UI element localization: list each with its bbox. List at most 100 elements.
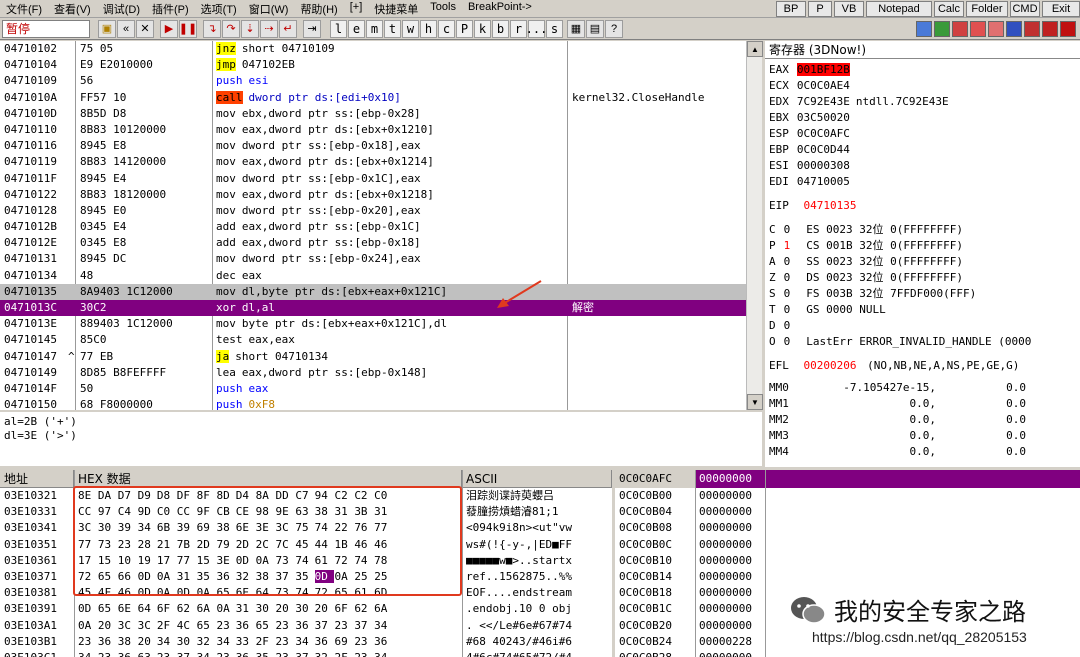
hex-row[interactable]: 03E103B1 23 36 38 20 34 30 32 34 33 2F 23 3… bbox=[0, 634, 612, 650]
disassembly-scrollbar[interactable]: ▲ ▼ bbox=[746, 41, 763, 410]
list-icon[interactable]: ▤ bbox=[586, 19, 604, 38]
window-button[interactable]: l bbox=[330, 19, 347, 38]
mmx-row[interactable]: MM4 0.0, 0.0 bbox=[769, 444, 1076, 460]
tool3-icon[interactable] bbox=[1060, 20, 1076, 37]
rewind-icon[interactable]: « bbox=[117, 19, 135, 38]
a-icon[interactable] bbox=[952, 20, 968, 37]
plugin-icon[interactable] bbox=[934, 20, 950, 37]
col-ascii[interactable]: ASCII bbox=[462, 470, 612, 487]
disasm-row[interactable]: 04710134 48 dec eax bbox=[0, 268, 762, 284]
window-button[interactable]: m bbox=[366, 19, 383, 38]
menu-item[interactable]: 窗口(W) bbox=[243, 1, 295, 17]
stack-row[interactable]: 0C0C0B04 00000000 bbox=[615, 504, 1080, 520]
register-eip[interactable]: EIP 04710135 bbox=[769, 198, 1076, 214]
disasm-row[interactable]: 04710104 E9 E2010000 jmp 047102EB bbox=[0, 57, 762, 73]
disasm-row[interactable]: 0471012B 0345 E4 add eax,dword ptr ss:[ebp-… bbox=[0, 219, 762, 235]
run-icon[interactable]: ▶ bbox=[160, 19, 178, 38]
stack-top-row[interactable]: 0C0C0AFC 00000000 bbox=[615, 470, 1080, 488]
open-icon[interactable]: ▣ bbox=[98, 19, 116, 38]
menu-item[interactable]: Tools bbox=[424, 1, 462, 17]
disasm-row[interactable]: 0471013C 30C2 xor dl,al 解密 bbox=[0, 300, 762, 317]
disasm-row[interactable]: 04710145 85C0 test eax,eax bbox=[0, 332, 762, 348]
stack-row[interactable]: 0C0C0B0C 00000000 bbox=[615, 537, 1080, 553]
quick-button[interactable]: P bbox=[808, 0, 832, 17]
menu-item[interactable]: [+] bbox=[344, 1, 369, 17]
execute-till-return-icon[interactable]: ↵ bbox=[279, 19, 297, 38]
quick-button[interactable]: Calc bbox=[934, 0, 964, 17]
goto-icon[interactable]: ⇥ bbox=[303, 19, 321, 38]
window-button[interactable]: ... bbox=[526, 19, 547, 38]
refresh-icon[interactable] bbox=[916, 20, 932, 37]
hex-row[interactable]: 03E103A1 0A 20 3C 3C 2F 4C 65 23 36 65 23 3… bbox=[0, 618, 612, 634]
disasm-row[interactable]: 04710110 8B83 10120000 mov eax,dword ptr ds… bbox=[0, 122, 762, 138]
disasm-row[interactable]: 04710150 68 F8000000 push 0xF8 bbox=[0, 397, 762, 410]
tool2-icon[interactable] bbox=[1042, 20, 1058, 37]
mmx-row[interactable]: MM1 0.0, 0.0 bbox=[769, 396, 1076, 412]
checker-icon[interactable] bbox=[1006, 20, 1022, 37]
window-button[interactable]: r bbox=[510, 19, 527, 38]
menu-item[interactable]: 查看(V) bbox=[48, 1, 97, 17]
hex-row[interactable]: 03E10391 0D 65 6E 64 6F 62 6A 0A 31 30 20 3… bbox=[0, 601, 612, 617]
hex-row[interactable]: 03E103C1 34 23 36 63 23 37 34 23 36 35 23 3… bbox=[0, 650, 612, 657]
registers-pane[interactable]: 寄存器 (3DNow!) EAX 001BF12B ECX 0C0C0AE4 EDX 7C… bbox=[765, 41, 1080, 467]
disasm-row[interactable]: 04710102 75 05 jnz short 04710109 bbox=[0, 41, 762, 57]
menu-item[interactable]: 快捷菜单 bbox=[368, 1, 424, 17]
quick-button[interactable]: Exit bbox=[1042, 0, 1080, 17]
flag-row[interactable]: A 0 SS 0023 32位 0(FFFFFFFF) bbox=[769, 254, 1076, 270]
disasm-row[interactable]: 04710119 8B83 14120000 mov eax,dword ptr ds… bbox=[0, 154, 762, 170]
register-row[interactable]: EBP 0C0C0D44 bbox=[769, 142, 1076, 158]
quick-button[interactable]: Notepad bbox=[866, 0, 932, 17]
window-button[interactable]: P bbox=[456, 19, 473, 38]
pause-icon[interactable]: ❚❚ bbox=[179, 19, 197, 38]
stack-row[interactable]: 0C0C0B28 00000000 bbox=[615, 650, 1080, 657]
trace-over-icon[interactable]: ⇢ bbox=[260, 19, 278, 38]
col-hex[interactable]: HEX 数据 bbox=[74, 470, 462, 487]
disasm-row[interactable]: 04710135 8A9403 1C12000 mov dl,byte ptr ds:… bbox=[0, 283, 762, 300]
window-button[interactable]: s bbox=[546, 19, 563, 38]
menu-item[interactable]: 帮助(H) bbox=[294, 1, 343, 17]
trace-into-icon[interactable]: ⇣ bbox=[241, 19, 259, 38]
scroll-up-icon[interactable]: ▲ bbox=[747, 41, 763, 57]
scroll-down-icon[interactable]: ▼ bbox=[747, 394, 763, 410]
step-into-icon[interactable]: ↴ bbox=[203, 19, 221, 38]
register-row[interactable]: EDI 04710005 bbox=[769, 174, 1076, 190]
mmx-row[interactable]: MM3 0.0, 0.0 bbox=[769, 428, 1076, 444]
close-icon[interactable]: ✕ bbox=[136, 19, 154, 38]
register-row[interactable]: ESI 00000308 bbox=[769, 158, 1076, 174]
menu-item[interactable]: 选项(T) bbox=[195, 1, 243, 17]
disasm-row[interactable]: 0471011F 8945 E4 mov dword ptr ss:[ebp-0x1C… bbox=[0, 171, 762, 187]
window-button[interactable]: b bbox=[492, 19, 509, 38]
window-button[interactable]: h bbox=[420, 19, 437, 38]
quick-button[interactable]: Folder bbox=[966, 0, 1008, 17]
flag-row[interactable]: D0 bbox=[769, 318, 1076, 334]
disasm-row[interactable]: 0471014F 50 push eax bbox=[0, 381, 762, 397]
window-button[interactable]: t bbox=[384, 19, 401, 38]
disassembly-pane[interactable]: 04710102 75 05 jnz short 04710109 04710104 E9… bbox=[0, 41, 762, 410]
stack-row[interactable]: 0C0C0B10 00000000 bbox=[615, 553, 1080, 569]
help-icon[interactable]: ? bbox=[605, 19, 623, 38]
flag-row[interactable]: Z 0 DS 0023 32位 0(FFFFFFFF) bbox=[769, 270, 1076, 286]
disasm-row[interactable]: 0471013E 889403 1C12000 mov byte ptr ds:[eb… bbox=[0, 316, 762, 332]
menu-item[interactable]: 文件(F) bbox=[0, 1, 48, 17]
flag-row[interactable]: P 1 CS 001B 32位 0(FFFFFFFF) bbox=[769, 238, 1076, 254]
stack-row[interactable]: 0C0C0B08 00000000 bbox=[615, 520, 1080, 536]
quick-button[interactable]: BP bbox=[776, 0, 806, 17]
disasm-row[interactable]: 04710122 8B83 18120000 mov eax,dword ptr ds… bbox=[0, 187, 762, 203]
mmx-row[interactable]: MM0 -7.105427e-15, 0.0 bbox=[769, 380, 1076, 396]
mmx-row[interactable]: MM2 0.0, 0.0 bbox=[769, 412, 1076, 428]
flag-row[interactable]: T 0 GS 0000 NULL bbox=[769, 302, 1076, 318]
gear-icon[interactable] bbox=[988, 20, 1004, 37]
menu-item[interactable]: 调试(D) bbox=[97, 1, 146, 17]
col-address[interactable]: 地址 bbox=[0, 470, 74, 487]
quick-button[interactable]: CMD bbox=[1010, 0, 1040, 17]
register-efl[interactable]: EFL 00200206 (NO,NB,NE,A,NS,PE,GE,G) bbox=[769, 358, 1076, 374]
register-row[interactable]: EAX 001BF12B bbox=[769, 62, 1076, 78]
flag-row[interactable]: C 0 ES 0023 32位 0(FFFFFFFF) bbox=[769, 222, 1076, 238]
disasm-row[interactable]: 0471010D 8B5D D8 mov ebx,dword ptr ss:[ebp-… bbox=[0, 106, 762, 122]
step-over-icon[interactable]: ↷ bbox=[222, 19, 240, 38]
quick-button[interactable]: VB bbox=[834, 0, 864, 17]
disasm-row[interactable]: 04710116 8945 E8 mov dword ptr ss:[ebp-0x18… bbox=[0, 138, 762, 154]
menu-item[interactable]: 插件(P) bbox=[146, 1, 195, 17]
register-row[interactable]: ESP 0C0C0AFC bbox=[769, 126, 1076, 142]
tool-icon[interactable] bbox=[1024, 20, 1040, 37]
